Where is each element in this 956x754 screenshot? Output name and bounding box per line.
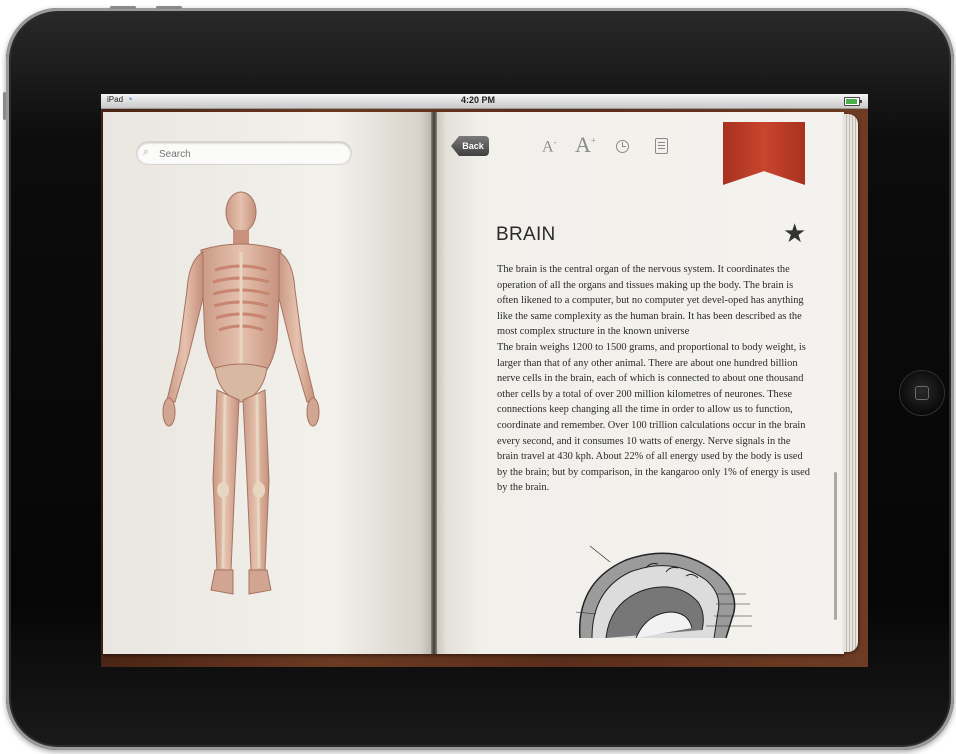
notes-line <box>658 142 665 143</box>
screen: iPad ◔ 4:20 PM ⌕ Search Back A- A+ BRAIN… <box>101 94 868 667</box>
home-button[interactable] <box>900 371 944 415</box>
clock-icon[interactable] <box>616 140 629 153</box>
wifi-icon: ◔ <box>127 94 133 104</box>
home-square-icon <box>915 386 929 400</box>
article-title: BRAIN <box>496 224 556 245</box>
back-button[interactable]: Back <box>451 136 489 156</box>
power-button <box>3 92 6 120</box>
battery-tip <box>860 100 862 103</box>
clock-time: 4:20 PM <box>461 95 496 105</box>
increase-font-button[interactable]: A+ <box>575 132 596 158</box>
page-edges <box>844 114 858 652</box>
search-input[interactable] <box>157 145 341 163</box>
search-icon: ⌕ <box>143 146 150 158</box>
increase-font-letter: A <box>575 132 591 157</box>
battery-icon <box>844 97 862 106</box>
article-paragraph: The brain is the central organ of the ne… <box>497 264 804 338</box>
star-icon[interactable]: ★ <box>783 218 806 249</box>
status-bar: iPad ◔ 4:20 PM <box>101 94 868 109</box>
battery-level <box>846 99 857 104</box>
article-paragraph: The brain weighs 1200 to 1500 grams, and… <box>497 341 810 494</box>
article-body: The brain is the central organ of the ne… <box>497 262 813 496</box>
brain-diagram <box>575 545 752 638</box>
carrier-label: iPad <box>107 95 124 104</box>
book-gutter <box>431 112 437 654</box>
notes-line <box>658 145 665 146</box>
increase-font-sign: + <box>590 135 596 146</box>
decrease-font-button[interactable]: A- <box>542 137 557 156</box>
volume-button <box>156 6 182 9</box>
notes-line <box>658 148 665 149</box>
search-field[interactable]: ⌕ <box>137 142 351 164</box>
scrollbar[interactable] <box>834 472 837 620</box>
decrease-font-letter: A <box>542 138 554 156</box>
notes-icon[interactable] <box>655 138 668 154</box>
decrease-font-sign: - <box>553 137 557 147</box>
volume-button <box>110 6 136 9</box>
anatomy-figure[interactable] <box>131 190 351 610</box>
